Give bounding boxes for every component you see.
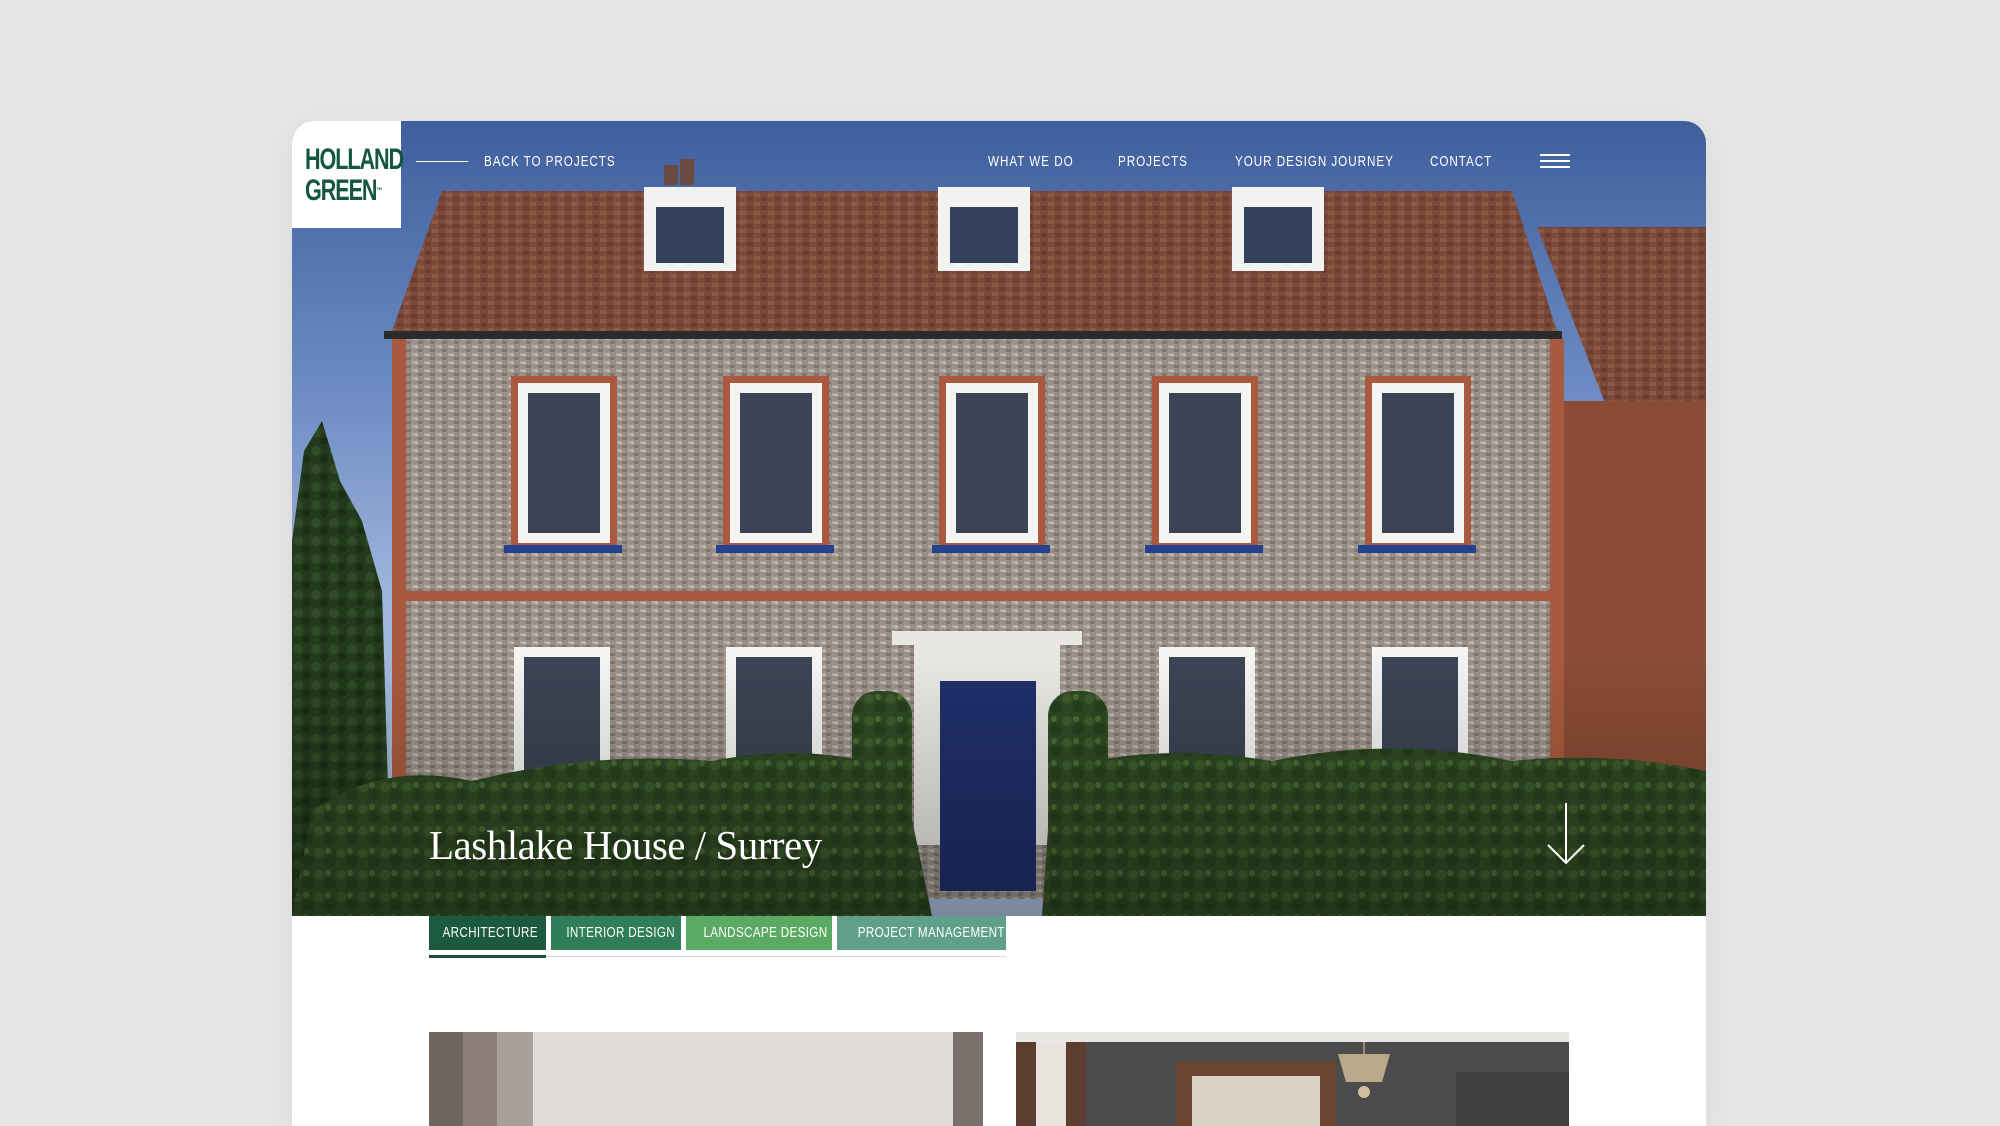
tab-interior-design[interactable]: INTERIOR DESIGN	[551, 916, 681, 950]
active-tab-indicator	[429, 955, 546, 958]
nav-projects-label: PROJECTS	[1118, 153, 1188, 170]
tab-project-management-label: PROJECT MANAGEMENT	[857, 924, 1005, 941]
project-image-2[interactable]	[1016, 1032, 1569, 1126]
hero-gradient	[292, 656, 1706, 916]
tab-landscape-design-label: LANDSCAPE DESIGN	[703, 924, 828, 941]
logo-line-2: GREEN™	[305, 173, 382, 207]
project-image-1[interactable]	[429, 1032, 983, 1126]
logo-line-2-text: GREEN	[305, 173, 377, 207]
tab-landscape-design[interactable]: LANDSCAPE DESIGN	[686, 916, 832, 950]
nav-your-design-journey-label: YOUR DESIGN JOURNEY	[1235, 153, 1394, 170]
nav-what-we-do[interactable]: WHAT WE DO	[988, 153, 1098, 171]
tab-architecture[interactable]: ARCHITECTURE	[429, 916, 546, 950]
back-to-projects-link[interactable]: BACK TO PROJECTS	[416, 153, 653, 170]
holland-green-logo[interactable]: HOLLAND GREEN™	[292, 121, 404, 228]
project-title: Lashlake House / Surrey	[429, 822, 822, 868]
tab-interior-design-label: INTERIOR DESIGN	[566, 924, 676, 941]
nav-your-design-journey[interactable]: YOUR DESIGN JOURNEY	[1235, 153, 1439, 171]
back-to-projects-label: BACK TO PROJECTS	[484, 153, 616, 170]
nav-what-we-do-label: WHAT WE DO	[988, 153, 1074, 170]
interior-photo-2	[1016, 1032, 1569, 1126]
nav-projects[interactable]: PROJECTS	[1118, 153, 1208, 171]
nav-contact[interactable]: CONTACT	[1430, 153, 1510, 171]
logo-trademark: ™	[376, 185, 382, 195]
logo-line-1: HOLLAND	[305, 142, 404, 176]
browser-frame: HOLLAND GREEN™ BACK TO PROJECTS WHAT WE …	[292, 121, 1706, 1126]
tab-architecture-label: ARCHITECTURE	[442, 924, 538, 941]
back-line-icon	[416, 161, 468, 162]
scroll-down-arrow-icon[interactable]	[1546, 801, 1586, 867]
hero-image: HOLLAND GREEN™ BACK TO PROJECTS WHAT WE …	[292, 121, 1706, 916]
tab-project-management[interactable]: PROJECT MANAGEMENT	[837, 916, 1006, 950]
interior-photo-1	[429, 1032, 983, 1126]
nav-contact-label: CONTACT	[1430, 153, 1493, 170]
hamburger-menu-icon[interactable]	[1540, 154, 1570, 168]
